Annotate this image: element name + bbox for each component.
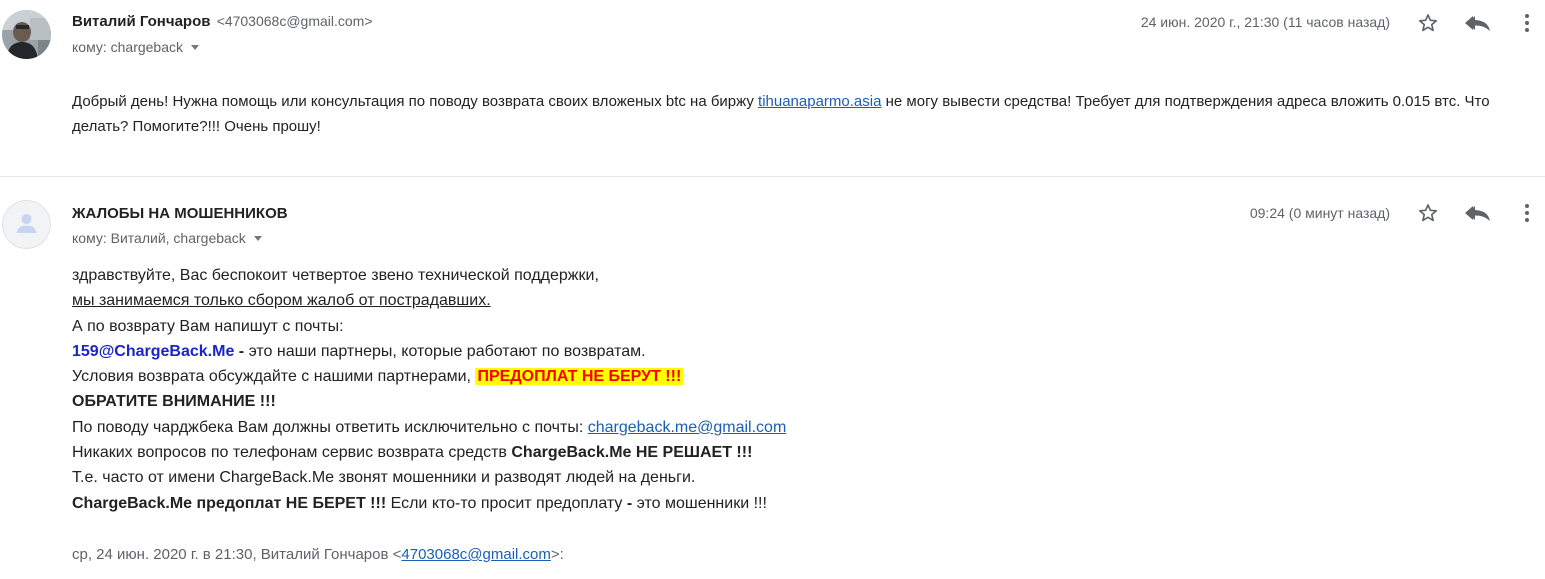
message-body: здравствуйте, Вас беспокоит четвертое зв…: [72, 263, 786, 516]
prepay-text: Если кто-то просит предоплату: [386, 494, 627, 512]
sender-email: <4703068c@gmail.com>: [216, 13, 373, 29]
reply-all-button[interactable]: [1464, 9, 1492, 37]
prepay-rest-text: это мошенники !!!: [632, 494, 767, 512]
body-line-3: А по возврату Вам напишут с почты:: [72, 317, 344, 335]
star-button[interactable]: [1414, 9, 1442, 37]
conditions-text: Условия возврата обсуждайте с нашими пар…: [72, 368, 476, 386]
recipients-toggle[interactable]: кому: chargeback: [72, 39, 200, 55]
body-line-9: Т.е. часто от имени ChargeBack.Me звонят…: [72, 469, 696, 487]
message-date: 09:24 (0 минут назад): [1249, 205, 1390, 221]
email-message-2: ЖАЛОБЫ НА МОШЕННИКОВ кому: Виталий, char…: [0, 188, 1545, 579]
reply-all-icon: [1465, 16, 1490, 31]
recipients-label: кому: chargeback: [72, 39, 184, 55]
message-date: 24 июн. 2020 г., 21:30 (11 часов назад): [1140, 14, 1390, 30]
quote-suffix: >:: [550, 546, 564, 563]
body-line-6: ОБРАТИТЕ ВНИМАНИЕ !!!: [72, 393, 276, 411]
recipients-toggle[interactable]: кому: Виталий, chargeback: [72, 230, 262, 246]
quote-email-link[interactable]: 4703068c@gmail.com: [401, 546, 550, 563]
sender-avatar-default[interactable]: [2, 200, 51, 249]
body-link[interactable]: tihuanaparmo.asia: [758, 93, 881, 110]
phone-bold-text: ChargeBack.Me НЕ РЕШАЕТ !!!: [511, 444, 753, 462]
quote-prefix: ср, 24 июн. 2020 г. в 21:30, Виталий Гон…: [72, 546, 402, 563]
prepay-bold-text: ChargeBack.Me предоплат НЕ БЕРЕТ !!!: [72, 494, 387, 512]
chevron-down-icon[interactable]: [191, 44, 200, 50]
partner-description: это наши партнеры, которые работают по в…: [248, 342, 646, 360]
recipients-label: кому: Виталий, chargeback: [72, 230, 246, 246]
sender-avatar-photo[interactable]: [2, 10, 51, 59]
chargeback-text: По поводу чарджбека Вам должны ответить …: [72, 418, 588, 436]
more-vertical-icon: [1525, 14, 1529, 32]
sender-line: ЖАЛОБЫ НА МОШЕННИКОВ: [72, 205, 288, 222]
chevron-down-icon[interactable]: [253, 235, 262, 241]
message-body: Добрый день! Нужна помощь или консультац…: [72, 89, 1522, 139]
star-button[interactable]: [1414, 199, 1442, 227]
body-line-2: мы занимаемся только сбором жалоб от пос…: [72, 292, 491, 310]
partner-email: 159@ChargeBack.Me: [72, 342, 235, 360]
phone-text: Никаких вопросов по телефонам сервис воз…: [72, 444, 512, 462]
body-line-10: ChargeBack.Me предоплат НЕ БЕРЕТ !!! Есл…: [72, 491, 786, 516]
email-message-1: Виталий Гончаров <4703068c@gmail.com> ко…: [0, 0, 1545, 176]
chargeback-email-link[interactable]: chargeback.me@gmail.com: [588, 419, 787, 436]
star-icon: [1418, 14, 1438, 32]
dash-text: -: [234, 342, 249, 360]
sender-name[interactable]: Виталий Гончаров: [72, 13, 210, 30]
body-line-5: Условия возврата обсуждайте с нашими пар…: [72, 364, 786, 389]
more-vertical-icon: [1525, 204, 1529, 222]
sender-name[interactable]: ЖАЛОБЫ НА МОШЕННИКОВ: [72, 205, 288, 222]
avatar-photo-image: [2, 10, 51, 59]
body-line-7: По поводу чарджбека Вам должны ответить …: [72, 415, 786, 440]
more-options-button[interactable]: [1513, 199, 1541, 227]
body-line-1: здравствуйте, Вас беспокоит четвертое зв…: [72, 267, 599, 284]
reply-all-icon: [1465, 206, 1490, 221]
more-options-button[interactable]: [1513, 9, 1541, 37]
message-divider: [0, 176, 1545, 177]
body-line-4: 159@ChargeBack.Me - это наши партнеры, к…: [72, 339, 786, 364]
quoted-header: ср, 24 июн. 2020 г. в 21:30, Виталий Гон…: [72, 546, 564, 563]
highlighted-warning: ПРЕДОПЛАТ НЕ БЕРУТ !!!: [475, 368, 684, 386]
star-icon: [1418, 204, 1438, 222]
reply-all-button[interactable]: [1464, 199, 1492, 227]
sender-line: Виталий Гончаров <4703068c@gmail.com>: [72, 13, 373, 30]
person-icon: [2, 200, 51, 249]
body-line-8: Никаких вопросов по телефонам сервис воз…: [72, 440, 786, 465]
body-text-part1: Добрый день! Нужна помощь или консультац…: [72, 93, 759, 110]
